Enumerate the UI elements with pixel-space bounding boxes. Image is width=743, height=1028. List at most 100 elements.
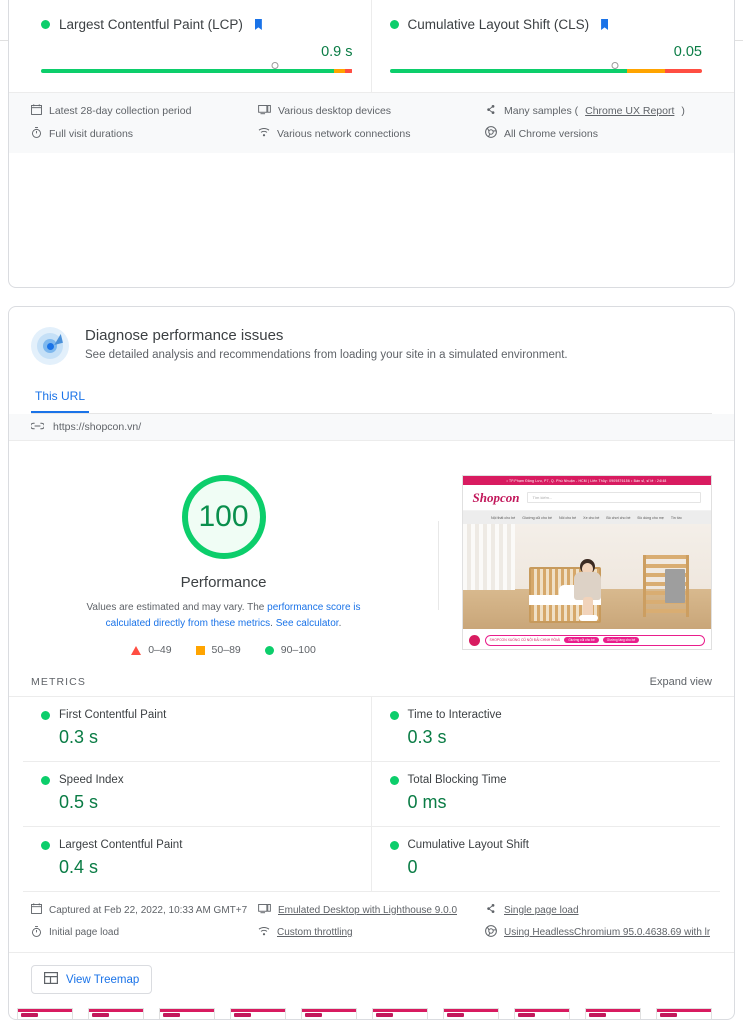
link-icon	[30, 421, 45, 433]
lab-metric[interactable]: First Contentful Paint 0.3 s	[23, 697, 372, 762]
lab-metric[interactable]: Time to Interactive 0.3 s	[371, 697, 720, 762]
site-nav-item: Tin tức	[670, 515, 682, 520]
site-nav-item: Bồ chơi cho bé	[606, 515, 631, 520]
crux-metric-head: Largest Contentful Paint (LCP)	[41, 17, 353, 32]
lighthouse-header: Diagnose performance issues See detailed…	[9, 307, 734, 365]
stopwatch-icon	[31, 925, 42, 940]
expand-view-button[interactable]: Expand view	[650, 676, 712, 688]
env-item[interactable]: Single page load	[485, 903, 712, 917]
lab-metric-value: 0	[407, 857, 418, 877]
env-item: Initial page load	[31, 925, 258, 940]
device-icon	[258, 903, 271, 917]
score-disclaimer: Values are estimated and may vary. The p…	[74, 600, 374, 631]
site-nav-item: Đồ dùng cho mẹ	[637, 515, 664, 520]
view-treemap-button[interactable]: View Treemap	[31, 965, 153, 994]
legend-range: 90–100	[280, 644, 316, 656]
status-dot-green	[41, 710, 50, 720]
filmstrip-frame	[17, 1008, 73, 1019]
lab-metric-name: Speed Index	[59, 774, 124, 786]
tab-this-url[interactable]: This URL	[31, 383, 90, 413]
bar-marker	[611, 62, 618, 69]
lab-metric-name-row: Total Blocking Time	[389, 774, 703, 786]
lab-metric-name: Time to Interactive	[407, 709, 502, 721]
legend-triangle-icon	[131, 645, 142, 655]
lab-metric-name-row: Largest Contentful Paint	[41, 839, 353, 851]
filmstrip-frame	[372, 1008, 428, 1019]
environment-strip: Captured at Feb 22, 2022, 10:33 AM GMT+7…	[9, 892, 734, 953]
lab-metric[interactable]: Largest Contentful Paint 0.4 s	[23, 827, 372, 892]
legend-item: 0–49	[131, 644, 172, 656]
env-item: Captured at Feb 22, 2022, 10:33 AM GMT+7	[31, 903, 258, 917]
filmstrip-frame	[585, 1008, 641, 1019]
env-item[interactable]: Custom throttling	[258, 925, 485, 940]
site-nav-item: Nôi cho bé	[558, 515, 577, 520]
legend-item: 90–100	[264, 644, 316, 656]
site-topbar: • TP.Phạm Đăng Lưu, P7, Q. Phú Nhuận - H…	[462, 476, 711, 485]
bar-segment	[344, 69, 353, 73]
lab-metric-name-row: First Contentful Paint	[41, 709, 353, 721]
crux-metric: Largest Contentful Paint (LCP) 0.9 s	[23, 0, 372, 92]
filmstrip-frame	[514, 1008, 570, 1019]
lab-metric-value: 0.3 s	[407, 727, 447, 747]
lab-metric[interactable]: Speed Index 0.5 s	[23, 762, 372, 827]
site-promo-btn-1: Giường cũi cho bé	[564, 637, 599, 643]
bar-segment	[627, 69, 665, 73]
crux-metric-bar	[389, 62, 702, 76]
crux-info-strip: Latest 28-day collection period Various d…	[9, 92, 734, 153]
see-calculator-link[interactable]: See calculator	[276, 618, 339, 629]
core-web-vital-flag-icon	[254, 19, 262, 30]
site-promo-text: SHOPCON XUỐNG CŨ NỘI ĐẤI CHNH RỒIÁ!	[489, 638, 561, 642]
score-note-prefix: Values are estimated and may vary. The	[86, 602, 268, 613]
env-item-text: Emulated Desktop with Lighthouse 9.0.0	[278, 904, 457, 916]
chrome-ux-report-link[interactable]: Chrome UX Report	[585, 105, 674, 117]
lighthouse-title: Diagnose performance issues	[85, 327, 284, 344]
site-search-box: Tìm kiếm...	[527, 492, 701, 503]
analyzed-url-row: https://shopcon.vn/	[9, 414, 734, 441]
crux-info-item: Full visit durations	[31, 126, 258, 141]
env-item[interactable]: Emulated Desktop with Lighthouse 9.0.0	[258, 903, 485, 917]
filmstrip-frame	[656, 1008, 712, 1019]
lab-metric[interactable]: Total Blocking Time 0 ms	[371, 762, 720, 827]
crux-metric-value: 0.9 s	[321, 44, 353, 60]
env-item[interactable]: Using HeadlessChromium 95.0.4638.69 with…	[485, 925, 712, 940]
metrics-title: METRICS	[31, 676, 86, 688]
crux-info-text: Various desktop devices	[278, 105, 392, 117]
crux-info-text: Many samples (	[504, 105, 579, 117]
core-web-vital-flag-icon	[601, 19, 609, 30]
bar-segment	[664, 69, 702, 73]
lab-metric-name: Cumulative Layout Shift	[407, 839, 529, 851]
analyzed-url: https://shopcon.vn/	[53, 421, 142, 433]
lighthouse-icon	[31, 327, 69, 365]
lab-metric-name: Total Blocking Time	[407, 774, 507, 786]
crux-metrics-grid: First Contentful Paint (FCP)0.6 sFirst I…	[9, 0, 734, 92]
filmstrip-frame	[159, 1008, 215, 1019]
performance-score: 100	[198, 500, 249, 533]
site-nav-item: Xe cho bé	[583, 515, 600, 520]
crux-info-text: Latest 28-day collection period	[49, 105, 192, 117]
env-item-text: Captured at Feb 22, 2022, 10:33 AM GMT+7	[49, 904, 248, 916]
crux-metric: Cumulative Layout Shift (CLS) 0.05	[372, 0, 721, 92]
chrome-icon	[485, 925, 497, 940]
view-treemap-label: View Treemap	[66, 973, 140, 986]
crux-metric-name: Cumulative Layout Shift (CLS)	[407, 17, 590, 32]
screenshot-column: • TP.Phạm Đăng Lưu, P7, Q. Phú Nhuận - H…	[439, 475, 734, 656]
status-dot-green	[389, 20, 399, 29]
legend-range: 50–89	[211, 644, 241, 656]
legend-circle-icon	[264, 645, 274, 655]
wifi-icon	[258, 127, 270, 140]
lab-metric[interactable]: Cumulative Layout Shift 0	[371, 827, 720, 892]
lab-metric-value: 0 ms	[407, 792, 447, 812]
lab-metric-name-row: Time to Interactive	[389, 709, 703, 721]
site-nav: Nội thất cho bé Giường cũi cho bé Nôi cho …	[462, 511, 711, 524]
status-dot-green	[41, 775, 50, 785]
site-promo-btn-2: Giường tầng cho bé	[602, 637, 640, 643]
status-dot-green	[389, 710, 399, 720]
metrics-header-row: METRICS Expand view	[9, 670, 734, 697]
lab-data-card: Diagnose performance issues See detailed…	[8, 306, 735, 1020]
score-legend: 0–49 50–89 90–100	[131, 644, 316, 656]
lighthouse-subtitle: See detailed analysis and recommendation…	[85, 349, 568, 361]
lab-metric-name-row: Cumulative Layout Shift	[389, 839, 703, 851]
crux-info-item: Various network connections	[258, 126, 485, 141]
status-dot-green	[41, 20, 50, 29]
legend-square-icon	[195, 645, 205, 655]
